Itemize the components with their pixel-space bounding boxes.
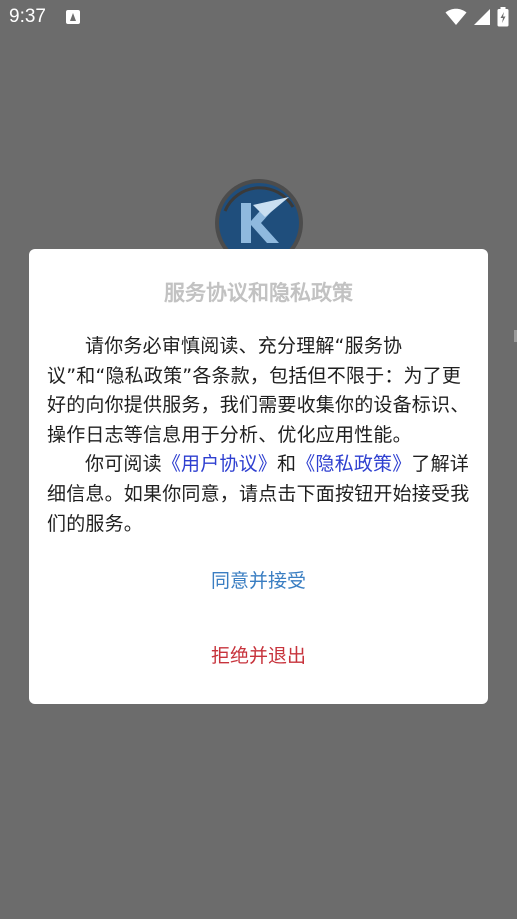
status-time: 9:37 <box>9 6 46 27</box>
accept-button[interactable]: 同意并接受 <box>29 563 488 599</box>
dialog-body: 请你务必审慎阅读、充分理解“服务协议”和“隐私政策”各条款，包括但不限于：为了更… <box>47 332 472 539</box>
wifi-icon <box>445 8 467 26</box>
status-icons <box>445 7 509 27</box>
privacy-dialog: 服务协议和隐私政策 请你务必审慎阅读、充分理解“服务协议”和“隐私政策”各条款，… <box>29 249 488 704</box>
battery-charging-icon <box>497 7 509 27</box>
and-text: 和 <box>277 453 297 476</box>
dialog-paragraph-2: 你可阅读《用户协议》和《隐私政策》了解详细信息。如果你同意，请点击下面按钮开始接… <box>47 450 472 539</box>
paragraph2-prefix: 你可阅读 <box>85 453 162 476</box>
status-bar: 9:37 <box>0 0 517 34</box>
dialog-title: 服务协议和隐私政策 <box>164 281 353 305</box>
reject-button[interactable]: 拒绝并退出 <box>29 638 488 674</box>
user-agreement-link[interactable]: 《用户协议》 <box>162 453 277 475</box>
signal-icon <box>473 8 491 26</box>
privacy-policy-link[interactable]: 《隐私政策》 <box>296 453 411 475</box>
dialog-paragraph-1: 请你务必审慎阅读、充分理解“服务协议”和“隐私政策”各条款，包括但不限于：为了更… <box>47 335 470 446</box>
android-notification-icon <box>66 10 80 24</box>
